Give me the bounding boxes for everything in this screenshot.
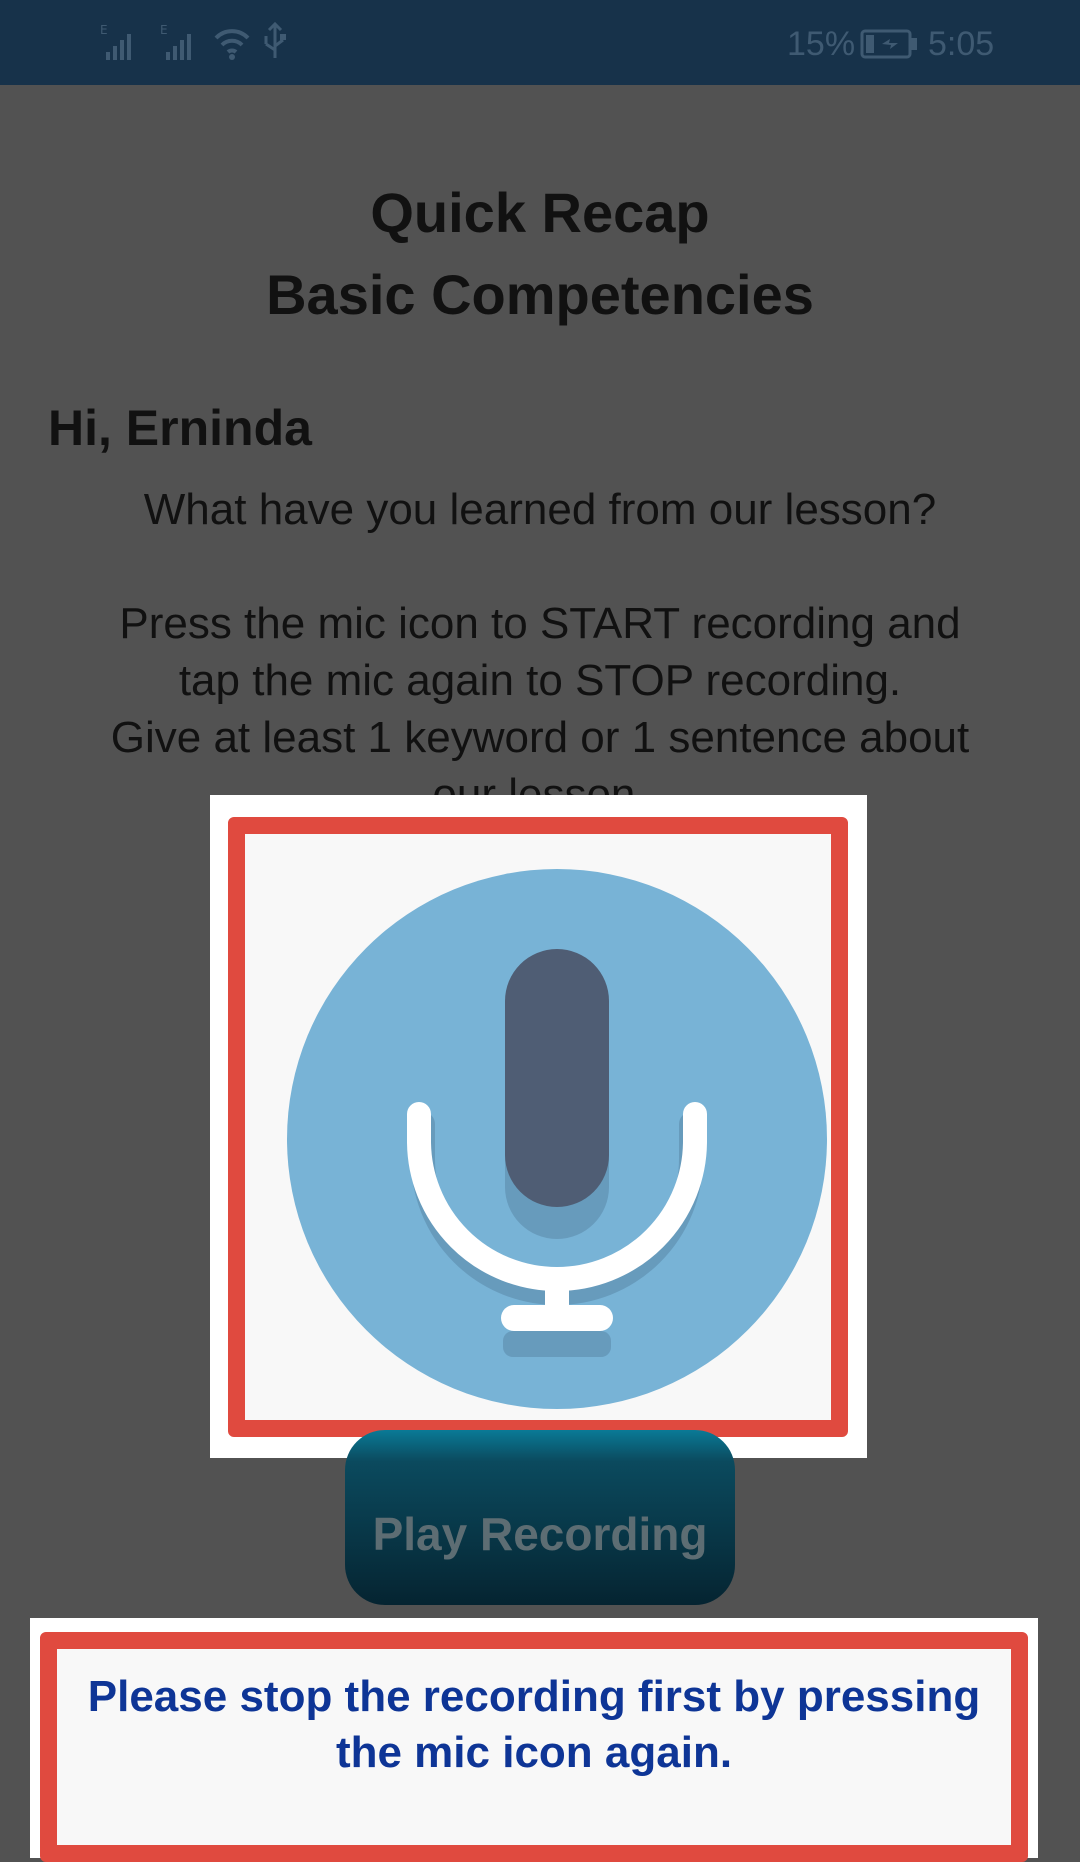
toast-frame: Please stop the recording first by press… <box>40 1632 1028 1862</box>
mic-button[interactable] <box>228 817 848 1437</box>
play-recording-button[interactable]: Play Recording <box>345 1430 735 1605</box>
toast-text: Please stop the recording first by press… <box>57 1669 1011 1781</box>
toast-line-2: the mic icon again. <box>335 1728 733 1777</box>
instructions: Press the mic icon to START recording an… <box>60 595 1020 823</box>
svg-text:E: E <box>160 23 168 37</box>
svg-text:E: E <box>100 23 108 37</box>
clock: 5:05 <box>928 25 995 63</box>
mic-panel <box>210 795 867 1458</box>
battery-percent: 15% <box>787 25 856 63</box>
title-line-2: Basic Competencies <box>266 263 814 326</box>
signal-e-icon: E <box>100 23 131 60</box>
toast-message: Please stop the recording first by press… <box>30 1618 1038 1862</box>
instructions-line-3: Give at least 1 keyword or 1 sentence ab… <box>110 713 970 762</box>
usb-icon <box>264 22 286 58</box>
microphone-icon[interactable] <box>287 869 827 1409</box>
question-text: What have you learned from our lesson? <box>143 485 937 534</box>
instructions-line-1: Press the mic icon to START recording an… <box>119 599 961 648</box>
signal-e-icon: E <box>160 23 191 60</box>
instructions-line-2: tap the mic again to STOP recording. <box>178 656 902 705</box>
title-line-1: Quick Recap <box>370 181 710 244</box>
greeting: Hi, Erninda <box>48 400 312 456</box>
toast-line-1: Please stop the recording first by press… <box>87 1672 981 1721</box>
wifi-icon <box>214 29 250 60</box>
battery-charging-icon <box>860 29 917 59</box>
page-title: Quick Recap Basic Competencies <box>0 172 1080 336</box>
status-bar: E E 15% 5:05 <box>0 0 1080 85</box>
